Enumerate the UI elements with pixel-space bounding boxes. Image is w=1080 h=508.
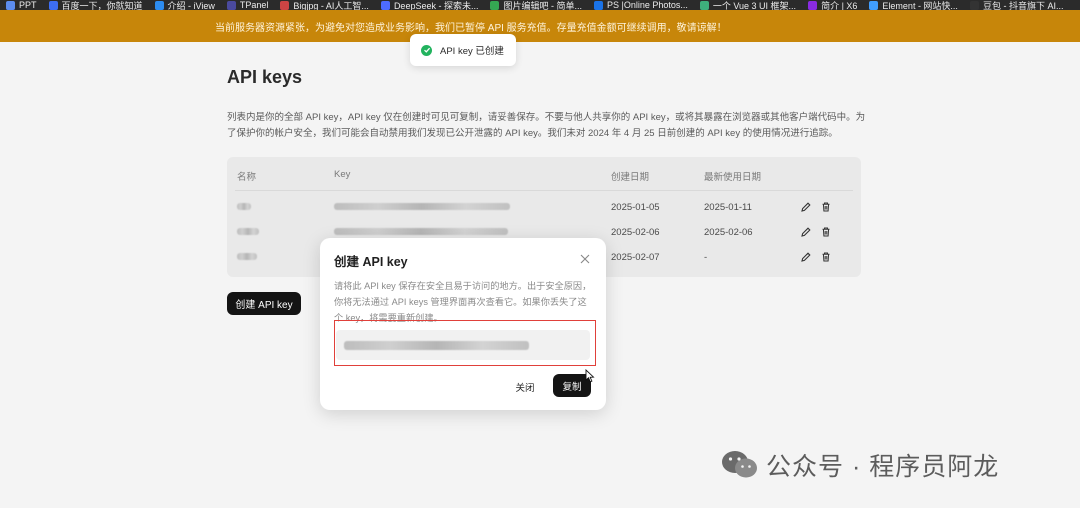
bookmark-favicon-icon (280, 0, 290, 10)
wechat-icon (722, 451, 757, 478)
last-used-date: 2025-01-11 (704, 202, 752, 213)
header-created: 创建日期 (611, 172, 650, 183)
key-name-redacted (237, 202, 251, 213)
bookmarks-bar: PPT 百度一下，你就知道 介绍 - iView TPanel Bigjpg - AI人… (0, 0, 1080, 10)
watermark-text: 公众号 · 程序员阿龙 (766, 453, 1000, 481)
bookmark-favicon-icon (699, 0, 709, 10)
delete-icon[interactable] (820, 226, 832, 238)
bookmark-item[interactable]: PS |Online Photos... (588, 0, 694, 10)
delete-icon[interactable] (820, 201, 832, 213)
created-date: 2025-02-06 (611, 227, 660, 238)
bookmark-item[interactable]: 图片编辑吧 - 简单... (484, 0, 588, 10)
bookmark-label: 简介 | X6 (821, 0, 858, 11)
bookmark-label: 豆包 - 抖音旗下 AI... (982, 0, 1064, 11)
bookmark-favicon-icon (6, 0, 15, 10)
bookmark-item[interactable]: Element - 网站快... (863, 0, 964, 10)
dialog-title: 创建 API key (334, 255, 408, 269)
bookmark-favicon-icon (593, 0, 603, 10)
edit-icon[interactable] (800, 251, 812, 263)
notice-banner: 当前服务器资源紧张，为避免对您造成业务影响，我们已暂停 API 服务充值。存量充… (0, 10, 1080, 42)
key-value-redacted (334, 227, 508, 238)
bookmark-favicon-icon (226, 0, 236, 10)
create-api-key-button[interactable]: 创建 API key (227, 292, 301, 315)
bookmark-item[interactable]: TPanel (221, 0, 275, 10)
bookmark-item[interactable]: 简介 | X6 (802, 0, 863, 10)
bookmark-label: 百度一下，你就知道 (61, 0, 143, 11)
header-name: 名称 (237, 172, 257, 183)
dialog-message: 请将此 API key 保存在安全且易于访问的地方。出于安全原因，你将无法通过 … (334, 281, 592, 323)
close-icon[interactable] (578, 252, 592, 266)
bookmark-favicon-icon (380, 0, 390, 10)
mouse-cursor-icon (585, 369, 595, 383)
header-divider (235, 190, 853, 191)
bookmark-favicon-icon (808, 0, 818, 10)
bookmark-label: 一个 Vue 3 UI 框架... (712, 0, 797, 11)
bookmark-label: 介绍 - iView (167, 0, 215, 11)
bookmark-item[interactable]: 介绍 - iView (149, 0, 221, 10)
bookmark-item[interactable]: 一个 Vue 3 UI 框架... (694, 0, 802, 10)
bookmark-favicon-icon (869, 0, 879, 10)
bookmark-label: DeepSeek - 探索未... (393, 0, 479, 11)
bookmark-item[interactable]: PPT (0, 0, 43, 10)
page-title: API keys (227, 67, 303, 87)
bookmark-favicon-icon (490, 0, 500, 10)
created-date: 2025-02-07 (611, 252, 660, 263)
bookmark-item[interactable]: DeepSeek - 探索未... (375, 0, 485, 10)
edit-icon[interactable] (800, 201, 812, 213)
last-used-date: 2025-02-06 (704, 227, 753, 238)
toast-text: API key 已创建 (440, 46, 504, 57)
bookmark-item[interactable]: 豆包 - 抖音旗下 AI... (964, 0, 1070, 10)
bookmark-item[interactable]: 百度一下，你就知道 (43, 0, 149, 10)
key-name-redacted (237, 252, 257, 263)
bookmark-favicon-icon (154, 0, 164, 10)
banner-text: 当前服务器资源紧张，为避免对您造成业务影响，我们已暂停 API 服务充值。存量充… (215, 22, 727, 34)
success-toast: API key 已创建 (410, 34, 516, 66)
bookmark-label: Bigjpg - AI人工智... (293, 0, 369, 11)
table-row: 2025-01-05 2025-01-11 (227, 195, 861, 220)
bookmark-favicon-icon (969, 0, 979, 10)
page-description: 列表内是你的全部 API key，API key 仅在创建时可见可复制，请妥善保… (227, 112, 866, 139)
bookmark-favicon-icon (48, 0, 58, 10)
dialog-close-button[interactable]: 关闭 (507, 376, 543, 398)
bookmark-label: TPanel (239, 0, 269, 10)
header-key: Key (334, 169, 351, 180)
key-value-redacted (334, 202, 510, 213)
bookmark-label: PS |Online Photos... (606, 0, 688, 10)
watermark: 公众号 · 程序员阿龙 (720, 447, 999, 483)
key-name-redacted (237, 227, 259, 238)
create-api-key-dialog: 创建 API key 请将此 API key 保存在安全且易于访问的地方。出于安… (320, 238, 606, 410)
check-circle-icon (421, 44, 432, 56)
bookmark-label: 图片编辑吧 - 简单... (503, 0, 582, 11)
delete-icon[interactable] (820, 251, 832, 263)
bookmark-item[interactable]: Bigjpg - AI人工智... (274, 0, 375, 10)
bookmark-label: Element - 网站快... (882, 0, 958, 11)
created-date: 2025-01-05 (611, 202, 660, 213)
bookmark-label: PPT (19, 0, 37, 10)
table-header: 名称 Key 创建日期 最新使用日期 (227, 157, 861, 190)
annotation-highlight-box (334, 320, 596, 366)
last-used-date: - (704, 252, 708, 263)
header-last-used: 最新使用日期 (704, 172, 762, 183)
edit-icon[interactable] (800, 226, 812, 238)
